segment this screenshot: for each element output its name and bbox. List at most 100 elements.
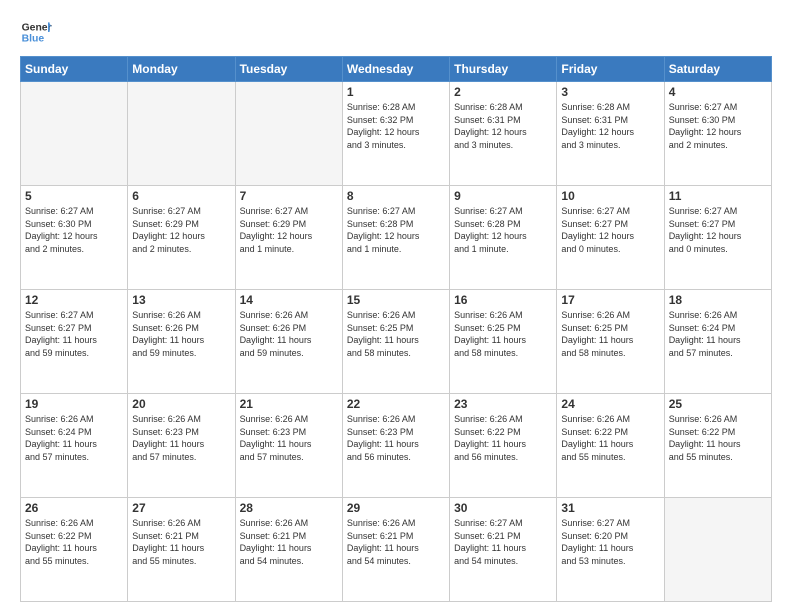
- weekday-header-thursday: Thursday: [450, 57, 557, 82]
- day-number: 6: [132, 189, 230, 203]
- calendar-cell: 28 Sunrise: 6:26 AM Sunset: 6:21 PM Dayli…: [235, 498, 342, 602]
- day-info: Sunrise: 6:26 AM Sunset: 6:24 PM Dayligh…: [669, 309, 767, 359]
- day-info: Sunrise: 6:26 AM Sunset: 6:22 PM Dayligh…: [561, 413, 659, 463]
- day-info: Sunrise: 6:27 AM Sunset: 6:29 PM Dayligh…: [132, 205, 230, 255]
- calendar-cell: 18 Sunrise: 6:26 AM Sunset: 6:24 PM Dayli…: [664, 290, 771, 394]
- day-number: 26: [25, 501, 123, 515]
- day-number: 12: [25, 293, 123, 307]
- day-number: 28: [240, 501, 338, 515]
- calendar-cell: 25Sunrise: 6:26 AM Sunset: 6:22 PM Dayli…: [664, 394, 771, 498]
- day-number: 21: [240, 397, 338, 411]
- day-info: Sunrise: 6:26 AM Sunset: 6:26 PM Dayligh…: [132, 309, 230, 359]
- calendar-cell: 21 Sunrise: 6:26 AM Sunset: 6:23 PM Dayli…: [235, 394, 342, 498]
- day-info: Sunrise: 6:27 AM Sunset: 6:27 PM Dayligh…: [561, 205, 659, 255]
- day-number: 5: [25, 189, 123, 203]
- day-number: 14: [240, 293, 338, 307]
- calendar-cell: 7 Sunrise: 6:27 AM Sunset: 6:29 PM Daylig…: [235, 186, 342, 290]
- calendar-cell: [664, 498, 771, 602]
- calendar-week-row: 26 Sunrise: 6:26 AM Sunset: 6:22 PM Dayli…: [21, 498, 772, 602]
- day-number: 16: [454, 293, 552, 307]
- day-number: 2: [454, 85, 552, 99]
- day-info: Sunrise: 6:27 AM Sunset: 6:21 PM Dayligh…: [454, 517, 552, 567]
- day-info: Sunrise: 6:26 AM Sunset: 6:21 PM Dayligh…: [240, 517, 338, 567]
- day-number: 27: [132, 501, 230, 515]
- calendar-cell: 31 Sunrise: 6:27 AM Sunset: 6:20 PM Dayli…: [557, 498, 664, 602]
- calendar-cell: 8Sunrise: 6:27 AM Sunset: 6:28 PM Daylig…: [342, 186, 449, 290]
- day-info: Sunrise: 6:27 AM Sunset: 6:30 PM Dayligh…: [25, 205, 123, 255]
- calendar-cell: 10 Sunrise: 6:27 AM Sunset: 6:27 PM Dayli…: [557, 186, 664, 290]
- logo-icon: General Blue: [20, 16, 52, 48]
- day-info: Sunrise: 6:27 AM Sunset: 6:27 PM Dayligh…: [669, 205, 767, 255]
- calendar-week-row: 5 Sunrise: 6:27 AM Sunset: 6:30 PM Daylig…: [21, 186, 772, 290]
- day-info: Sunrise: 6:26 AM Sunset: 6:26 PM Dayligh…: [240, 309, 338, 359]
- weekday-header-wednesday: Wednesday: [342, 57, 449, 82]
- day-info: Sunrise: 6:26 AM Sunset: 6:21 PM Dayligh…: [132, 517, 230, 567]
- day-info: Sunrise: 6:26 AM Sunset: 6:23 PM Dayligh…: [132, 413, 230, 463]
- day-info: Sunrise: 6:27 AM Sunset: 6:27 PM Dayligh…: [25, 309, 123, 359]
- weekday-header-row: SundayMondayTuesdayWednesdayThursdayFrid…: [21, 57, 772, 82]
- calendar-week-row: 12 Sunrise: 6:27 AM Sunset: 6:27 PM Dayli…: [21, 290, 772, 394]
- day-number: 9: [454, 189, 552, 203]
- calendar-cell: 13 Sunrise: 6:26 AM Sunset: 6:26 PM Dayli…: [128, 290, 235, 394]
- day-number: 17: [561, 293, 659, 307]
- calendar-cell: 19Sunrise: 6:26 AM Sunset: 6:24 PM Dayli…: [21, 394, 128, 498]
- day-number: 10: [561, 189, 659, 203]
- day-info: Sunrise: 6:27 AM Sunset: 6:29 PM Dayligh…: [240, 205, 338, 255]
- weekday-header-saturday: Saturday: [664, 57, 771, 82]
- day-number: 22: [347, 397, 445, 411]
- day-info: Sunrise: 6:28 AM Sunset: 6:32 PM Dayligh…: [347, 101, 445, 151]
- calendar-cell: 12 Sunrise: 6:27 AM Sunset: 6:27 PM Dayli…: [21, 290, 128, 394]
- calendar-cell: 23 Sunrise: 6:26 AM Sunset: 6:22 PM Dayli…: [450, 394, 557, 498]
- page: General Blue SundayMondayTuesdayWednesda…: [0, 0, 792, 612]
- day-number: 25: [669, 397, 767, 411]
- day-number: 20: [132, 397, 230, 411]
- day-number: 18: [669, 293, 767, 307]
- day-info: Sunrise: 6:26 AM Sunset: 6:25 PM Dayligh…: [347, 309, 445, 359]
- day-info: Sunrise: 6:26 AM Sunset: 6:25 PM Dayligh…: [454, 309, 552, 359]
- day-info: Sunrise: 6:26 AM Sunset: 6:22 PM Dayligh…: [25, 517, 123, 567]
- day-number: 3: [561, 85, 659, 99]
- day-number: 31: [561, 501, 659, 515]
- day-info: Sunrise: 6:27 AM Sunset: 6:30 PM Dayligh…: [669, 101, 767, 151]
- weekday-header-tuesday: Tuesday: [235, 57, 342, 82]
- day-info: Sunrise: 6:27 AM Sunset: 6:20 PM Dayligh…: [561, 517, 659, 567]
- day-number: 19: [25, 397, 123, 411]
- calendar-cell: 27 Sunrise: 6:26 AM Sunset: 6:21 PM Dayli…: [128, 498, 235, 602]
- weekday-header-sunday: Sunday: [21, 57, 128, 82]
- calendar-cell: 9 Sunrise: 6:27 AM Sunset: 6:28 PM Daylig…: [450, 186, 557, 290]
- calendar-cell: 17Sunrise: 6:26 AM Sunset: 6:25 PM Dayli…: [557, 290, 664, 394]
- calendar-cell: 20 Sunrise: 6:26 AM Sunset: 6:23 PM Dayli…: [128, 394, 235, 498]
- day-number: 30: [454, 501, 552, 515]
- day-number: 29: [347, 501, 445, 515]
- calendar-cell: [235, 82, 342, 186]
- calendar-cell: 29Sunrise: 6:26 AM Sunset: 6:21 PM Dayli…: [342, 498, 449, 602]
- calendar-cell: 14 Sunrise: 6:26 AM Sunset: 6:26 PM Dayli…: [235, 290, 342, 394]
- day-info: Sunrise: 6:27 AM Sunset: 6:28 PM Dayligh…: [454, 205, 552, 255]
- calendar-cell: 1Sunrise: 6:28 AM Sunset: 6:32 PM Daylig…: [342, 82, 449, 186]
- day-info: Sunrise: 6:28 AM Sunset: 6:31 PM Dayligh…: [561, 101, 659, 151]
- day-number: 8: [347, 189, 445, 203]
- logo: General Blue: [20, 16, 52, 48]
- day-info: Sunrise: 6:26 AM Sunset: 6:23 PM Dayligh…: [240, 413, 338, 463]
- calendar-cell: 15Sunrise: 6:26 AM Sunset: 6:25 PM Dayli…: [342, 290, 449, 394]
- day-number: 23: [454, 397, 552, 411]
- day-number: 7: [240, 189, 338, 203]
- calendar-cell: 30 Sunrise: 6:27 AM Sunset: 6:21 PM Dayli…: [450, 498, 557, 602]
- calendar-week-row: 19Sunrise: 6:26 AM Sunset: 6:24 PM Dayli…: [21, 394, 772, 498]
- calendar-cell: 22 Sunrise: 6:26 AM Sunset: 6:23 PM Dayli…: [342, 394, 449, 498]
- day-info: Sunrise: 6:26 AM Sunset: 6:23 PM Dayligh…: [347, 413, 445, 463]
- calendar-cell: 24Sunrise: 6:26 AM Sunset: 6:22 PM Dayli…: [557, 394, 664, 498]
- calendar-cell: 5 Sunrise: 6:27 AM Sunset: 6:30 PM Daylig…: [21, 186, 128, 290]
- calendar-cell: 26 Sunrise: 6:26 AM Sunset: 6:22 PM Dayli…: [21, 498, 128, 602]
- day-number: 4: [669, 85, 767, 99]
- day-number: 13: [132, 293, 230, 307]
- weekday-header-monday: Monday: [128, 57, 235, 82]
- weekday-header-friday: Friday: [557, 57, 664, 82]
- day-info: Sunrise: 6:26 AM Sunset: 6:22 PM Dayligh…: [454, 413, 552, 463]
- header: General Blue: [20, 16, 772, 48]
- calendar-cell: 2 Sunrise: 6:28 AM Sunset: 6:31 PM Daylig…: [450, 82, 557, 186]
- calendar-cell: 16 Sunrise: 6:26 AM Sunset: 6:25 PM Dayli…: [450, 290, 557, 394]
- calendar-cell: [128, 82, 235, 186]
- day-info: Sunrise: 6:28 AM Sunset: 6:31 PM Dayligh…: [454, 101, 552, 151]
- svg-text:Blue: Blue: [22, 34, 45, 45]
